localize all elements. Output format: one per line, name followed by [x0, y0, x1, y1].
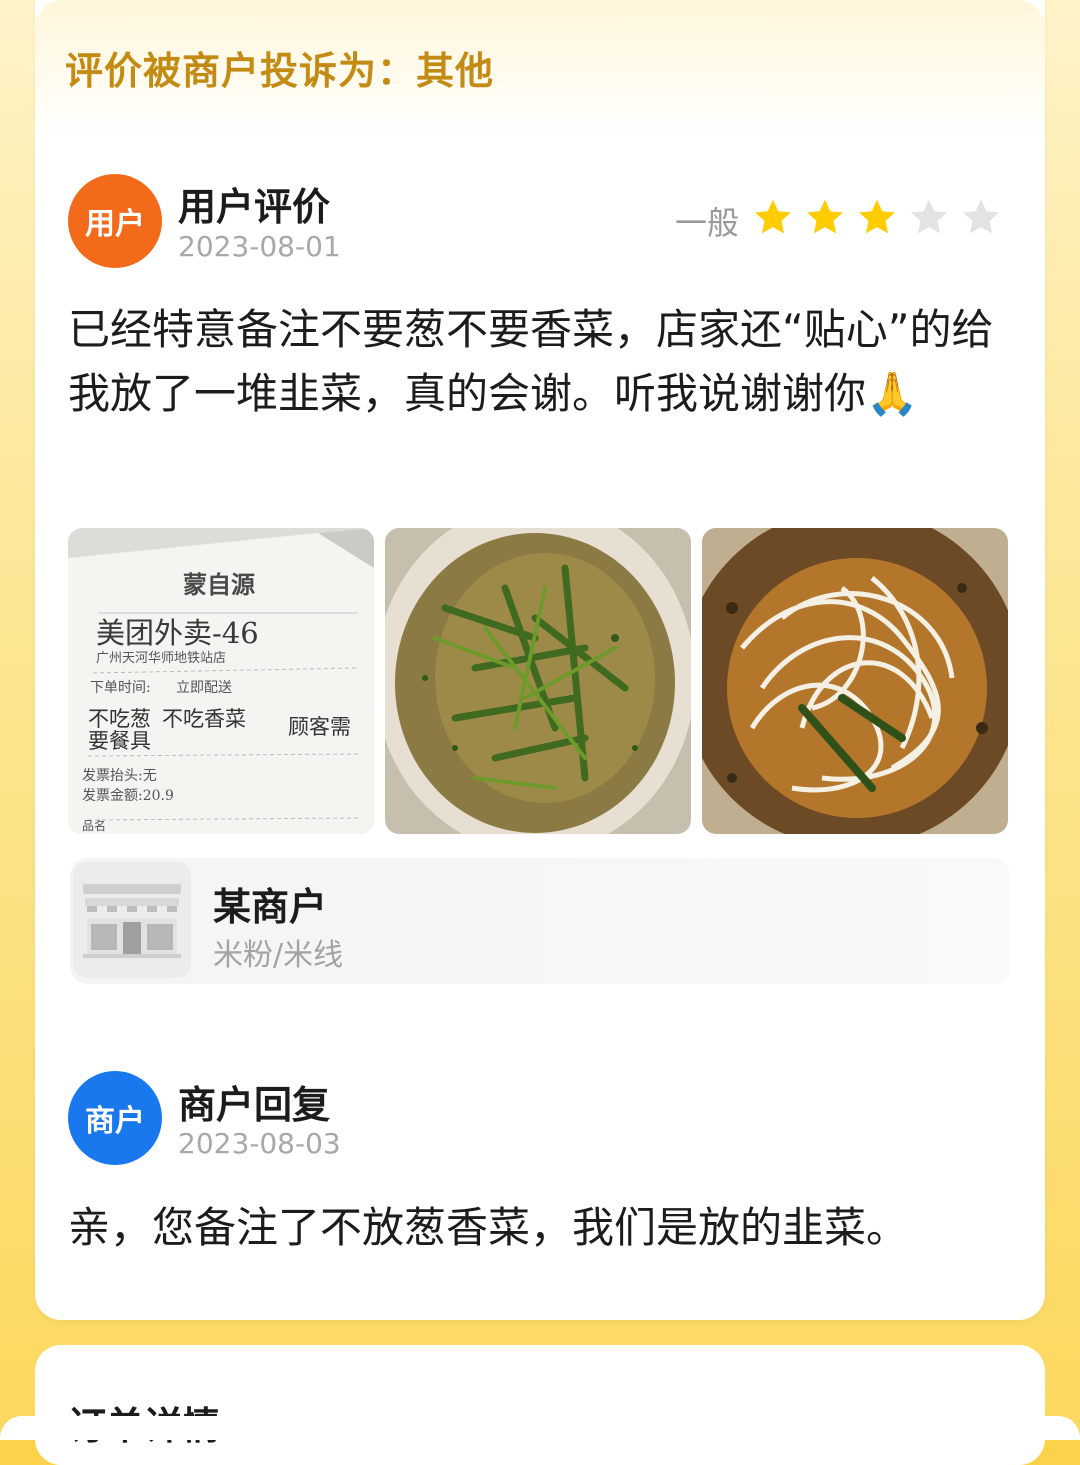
- store-category: 米粉/米线: [213, 938, 344, 973]
- receipt-order-time: 下单时间:: [90, 680, 151, 696]
- review-author: 用户评价: [178, 185, 331, 229]
- reply-text: 亲，您备注了不放葱香菜，我们是放的韭菜。: [68, 1203, 909, 1252]
- receipt-brand: 蒙自源: [183, 570, 255, 599]
- review-date: 2023-08-01: [178, 230, 341, 263]
- noodle-bowl-photo[interactable]: [702, 528, 1008, 834]
- receipt-note-1: 不吃葱: [88, 707, 151, 731]
- merchant-card[interactable]: 某商户 米粉/米线: [70, 858, 1010, 984]
- rating-stars: [751, 196, 1011, 240]
- receipt-platform: 美团外卖-46: [96, 616, 259, 650]
- star-empty-icon: [911, 199, 947, 234]
- reply-date: 2023-08-03: [178, 1127, 341, 1160]
- star-filled-icon: [859, 199, 895, 234]
- user-avatar: 用户: [68, 174, 162, 268]
- chive-bowl-photo[interactable]: [385, 528, 691, 834]
- reply-author: 商户回复: [178, 1083, 331, 1127]
- star-filled-icon: [755, 199, 791, 234]
- storefront-icon: [73, 862, 191, 978]
- receipt-delivery: 立即配送: [176, 680, 232, 696]
- store-name: 某商户: [213, 885, 328, 929]
- bottom-sheet-edge: [0, 1416, 1080, 1440]
- review-photos: 蒙自源 美团外卖-46 广州天河华师地铁站店 下单时间: 立即配送 不吃葱 不吃…: [68, 528, 1010, 834]
- star-empty-icon: [963, 199, 999, 234]
- receipt-note-4: 要餐具: [88, 729, 151, 753]
- receipt-photo[interactable]: 蒙自源 美团外卖-46 广州天河华师地铁站店 下单时间: 立即配送 不吃葱 不吃…: [68, 528, 374, 834]
- rating-label: 一般: [675, 204, 740, 242]
- complaint-title: 评价被商户投诉为：其他: [65, 49, 495, 93]
- order-card: 订单详情: [35, 1345, 1045, 1465]
- receipt-item: 品名: [82, 818, 106, 833]
- receipt-note-3: 顾客需: [288, 715, 351, 739]
- receipt-store: 广州天河华师地铁站店: [96, 651, 226, 666]
- merchant-avatar: 商户: [68, 1071, 162, 1165]
- receipt-note-2: 不吃香菜: [162, 707, 246, 731]
- star-filled-icon: [807, 199, 843, 234]
- review-text: 已经特意备注不要葱不要香菜，店家还“贴心”的给我放了一堆韭菜，真的会谢。听我说谢…: [68, 305, 994, 418]
- receipt-invoice-amount: 发票金额:20.9: [82, 788, 174, 804]
- review-card: 评价被商户投诉为：其他 用户 用户评价 2023-08-01 一般 已经特意备注…: [35, 0, 1045, 1320]
- receipt-invoice-title: 发票抬头:无: [82, 768, 157, 784]
